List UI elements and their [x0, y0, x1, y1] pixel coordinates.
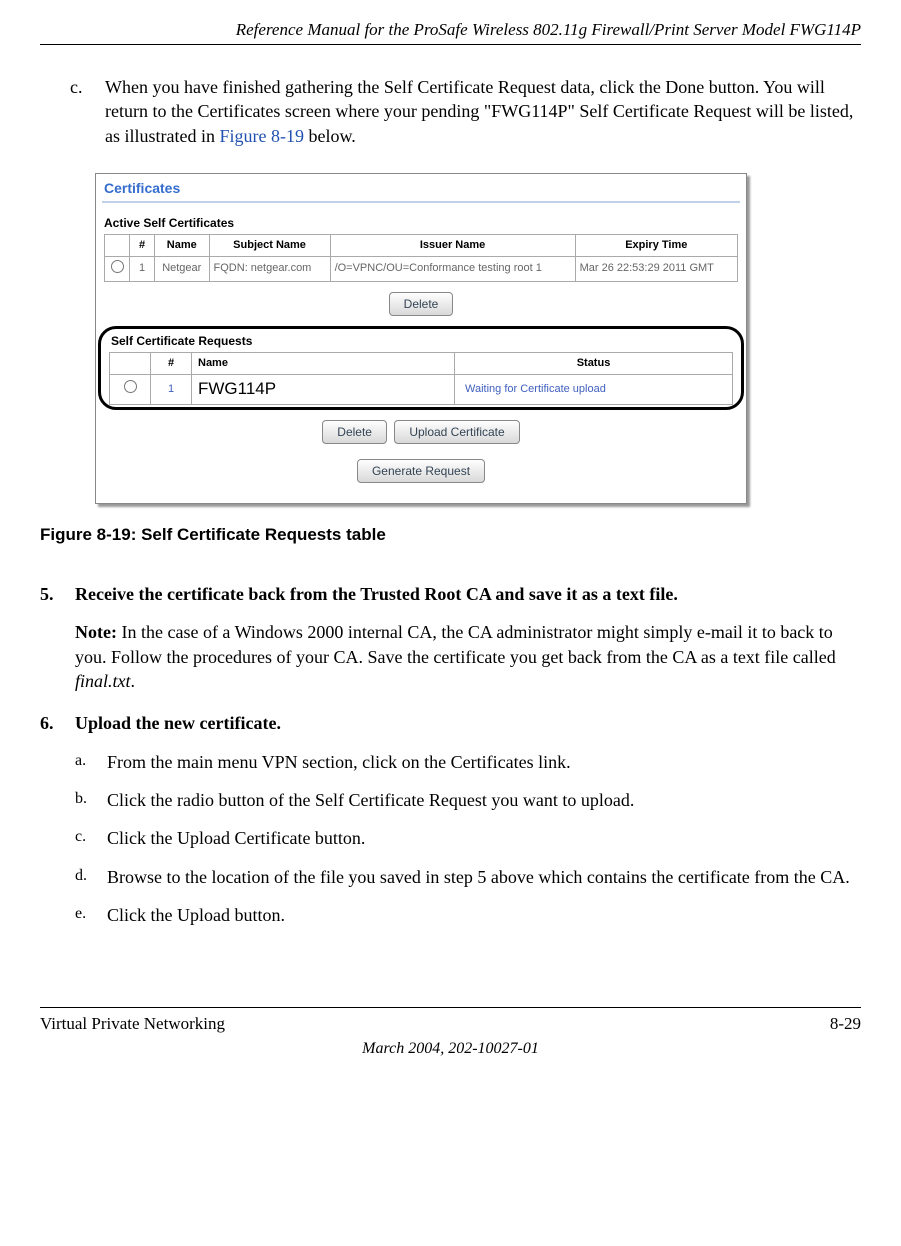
step-6a: a. From the main menu VPN section, click…: [75, 750, 861, 774]
highlighted-requests-section: Self Certificate Requests # Name Status …: [98, 326, 744, 410]
req-row-name-overlay: FWG114P: [198, 379, 276, 398]
sub-text-c: Click the Upload Certificate button.: [107, 826, 365, 850]
sub-text-b: Click the radio button of the Self Certi…: [107, 788, 634, 812]
requests-table: # Name Status 1 FWG114P Waiting for Cert…: [109, 352, 733, 405]
sub-marker-c: c.: [75, 826, 107, 850]
row-name: Netgear: [155, 256, 210, 281]
sub-marker-b: b.: [75, 788, 107, 812]
table-row: 1 Netgear FQDN: netgear.com /O=VPNC/OU=C…: [105, 256, 738, 281]
page-footer: Virtual Private Networking 8-29: [40, 1007, 861, 1034]
note-end: .: [131, 671, 136, 691]
sub-marker-a: a.: [75, 750, 107, 774]
figure-link[interactable]: Figure 8-19: [219, 126, 304, 146]
active-cert-table: # Name Subject Name Issuer Name Expiry T…: [104, 234, 738, 282]
certificates-title: Certificates: [96, 174, 746, 201]
delete-button-2[interactable]: Delete: [322, 420, 387, 444]
step-6-num: 6.: [40, 711, 75, 735]
table-row: 1 FWG114P Waiting for Certificate upload: [110, 374, 733, 404]
header-subject: Subject Name: [209, 234, 330, 256]
req-header-name: Name: [192, 353, 455, 375]
note-italic: final.txt: [75, 671, 131, 691]
header-name: Name: [155, 234, 210, 256]
header-radio: [105, 234, 130, 256]
note-text: In the case of a Windows 2000 internal C…: [75, 622, 836, 666]
footer-right: 8-29: [830, 1014, 861, 1034]
req-row-num: 1: [151, 374, 192, 404]
figure-caption: Figure 8-19: Self Certificate Requests t…: [40, 524, 861, 547]
req-header-status: Status: [455, 353, 733, 375]
step-5-title: Receive the certificate back from the Tr…: [75, 582, 861, 606]
active-self-cert-label: Active Self Certificates: [96, 209, 746, 234]
row-subject: FQDN: netgear.com: [209, 256, 330, 281]
upload-btn-row: Delete Upload Certificate: [96, 420, 746, 444]
generate-btn-row: Generate Request: [96, 459, 746, 483]
delete-button[interactable]: Delete: [389, 292, 454, 316]
certificates-screenshot: Certificates Active Self Certificates # …: [95, 173, 747, 504]
text-after-link: below.: [304, 126, 356, 146]
step-6: 6. Upload the new certificate.: [40, 711, 861, 735]
title-underline: [102, 201, 740, 203]
step-6d: d. Browse to the location of the file yo…: [75, 865, 861, 889]
header-expiry: Expiry Time: [575, 234, 737, 256]
req-radio-cell[interactable]: [110, 374, 151, 404]
list-item-c: c. When you have finished gathering the …: [70, 75, 861, 148]
req-row-status: Waiting for Certificate upload: [455, 374, 733, 404]
list-marker: c.: [70, 75, 105, 148]
step-6c: c. Click the Upload Certificate button.: [75, 826, 861, 850]
step-6e: e. Click the Upload button.: [75, 903, 861, 927]
step-6b: b. Click the radio button of the Self Ce…: [75, 788, 861, 812]
row-expiry: Mar 26 22:53:29 2011 GMT: [575, 256, 737, 281]
req-radio[interactable]: [124, 380, 137, 393]
footer-center: March 2004, 202-10027-01: [40, 1040, 861, 1058]
req-row-name-cell: FWG114P: [192, 374, 455, 404]
step-5-note: Note: In the case of a Windows 2000 inte…: [75, 620, 861, 693]
note-label: Note:: [75, 622, 117, 642]
sub-text-d: Browse to the location of the file you s…: [107, 865, 850, 889]
upload-certificate-button[interactable]: Upload Certificate: [394, 420, 519, 444]
sub-text-a: From the main menu VPN section, click on…: [107, 750, 571, 774]
step-5: 5. Receive the certificate back from the…: [40, 582, 861, 606]
req-header-num: #: [151, 353, 192, 375]
page-header: Reference Manual for the ProSafe Wireles…: [40, 20, 861, 45]
self-cert-requests-label: Self Certificate Requests: [103, 333, 739, 352]
list-content: When you have finished gathering the Sel…: [105, 75, 861, 148]
generate-request-button[interactable]: Generate Request: [357, 459, 485, 483]
row-issuer: /O=VPNC/OU=Conformance testing root 1: [330, 256, 575, 281]
cert-radio[interactable]: [111, 260, 124, 273]
step-5-num: 5.: [40, 582, 75, 606]
row-num: 1: [130, 256, 155, 281]
delete-btn-row: Delete: [96, 292, 746, 316]
text-before-link: When you have finished gathering the Sel…: [105, 77, 853, 146]
req-header-radio: [110, 353, 151, 375]
radio-cell[interactable]: [105, 256, 130, 281]
step-6-title: Upload the new certificate.: [75, 711, 861, 735]
sub-marker-d: d.: [75, 865, 107, 889]
header-issuer: Issuer Name: [330, 234, 575, 256]
header-num: #: [130, 234, 155, 256]
sub-text-e: Click the Upload button.: [107, 903, 285, 927]
sub-marker-e: e.: [75, 903, 107, 927]
footer-left: Virtual Private Networking: [40, 1014, 225, 1034]
